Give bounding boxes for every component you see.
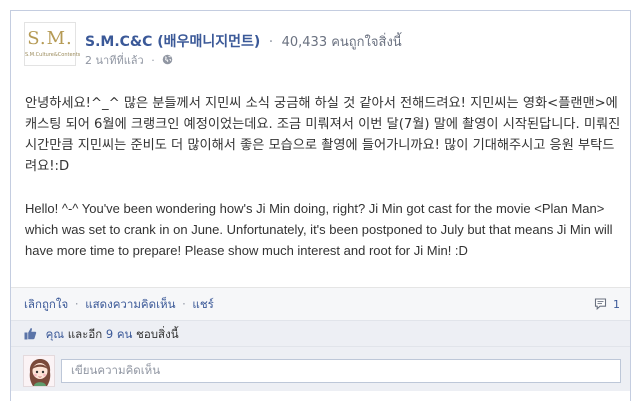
likes-and-text: และอีก (67, 327, 103, 341)
likes-summary-bar: คุณ และอีก 9 คน ชอบสิ่งนี้ (11, 320, 630, 346)
likes-you-link[interactable]: คุณ (46, 327, 64, 341)
separator-dot: · (74, 297, 79, 311)
post-timestamp[interactable]: 2 นาทีที่แล้ว (85, 54, 144, 67)
likes-others-link[interactable]: 9 คน (106, 327, 133, 341)
page-logo[interactable]: S.M. S.M.Culture&Contents (24, 22, 81, 66)
separator-dot: · (182, 297, 186, 311)
page-title-line: S.M.C&C (배우매니지먼트) · 40,433 คนถูกใจสิ่งนี… (85, 33, 402, 52)
post-header: S.M. S.M.Culture&Contents S.M.C&C (배우매니지… (11, 11, 630, 71)
comment-count-value: 1 (613, 298, 620, 311)
separator-dot: · (151, 54, 155, 67)
post-body: 안녕하세요!^_^ 많은 분들께서 지민씨 소식 궁금해 하실 것 같아서 전해… (25, 93, 621, 261)
logo-text: S.M. (27, 28, 73, 49)
post-text-english: Hello! ^-^ You've been wondering how's J… (25, 201, 613, 258)
comment-count-button[interactable]: 1 (594, 288, 620, 321)
globe-icon[interactable] (162, 54, 173, 65)
avatar-illustration (24, 356, 54, 386)
post-text-korean: 안녕하세요!^_^ 많은 분들께서 지민씨 소식 궁금해 하실 것 같아서 전해… (25, 96, 621, 174)
post-card: S.M. S.M.Culture&Contents S.M.C&C (배우매니지… (10, 10, 631, 401)
comment-composer (11, 346, 630, 391)
avatar[interactable] (23, 355, 55, 387)
likes-suffix-text: ชอบสิ่งนี้ (136, 327, 179, 341)
separator-dot: · (268, 34, 274, 50)
logo-subtext: S.M.Culture&Contents (25, 52, 81, 58)
page-likes-count: 40,433 คนถูกใจสิ่งนี้ (281, 35, 402, 50)
comment-link[interactable]: แสดงความคิดเห็น (85, 297, 175, 311)
page-name-link[interactable]: S.M.C&C (배우매니지먼트) (85, 34, 260, 50)
thumbs-up-icon (24, 328, 37, 340)
comment-input[interactable] (61, 359, 621, 383)
timestamp-line: 2 นาทีที่แล้ว · (85, 54, 173, 68)
unlike-link[interactable]: เลิกถูกใจ (24, 297, 68, 311)
share-link[interactable]: แชร์ (192, 297, 213, 311)
action-bar: เลิกถูกใจ · แสดงความคิดเห็น · แชร์ 1 (11, 287, 630, 320)
comment-bubble-icon (594, 298, 606, 310)
